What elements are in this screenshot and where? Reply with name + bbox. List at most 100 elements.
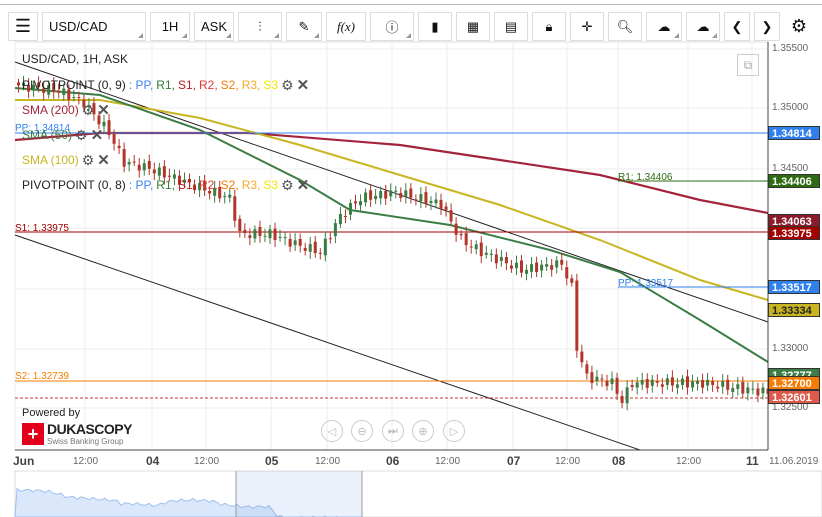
legend-name: SMA (200) (22, 103, 79, 117)
close-icon[interactable]: ✕ (297, 76, 310, 94)
legend-pivotpoint-8: PIVOTPOINT (0, 8): PP, R1, S1, R2, S2, R3, S3 ⚙… (22, 176, 310, 195)
candle (670, 377, 674, 386)
candle (645, 378, 649, 388)
candle (590, 372, 594, 384)
candle (535, 262, 539, 273)
candle (560, 259, 564, 265)
candle (414, 199, 418, 201)
candle (756, 388, 760, 396)
gear-icon[interactable]: ⚙ (281, 77, 294, 94)
legend-sma-100: SMA (100) ⚙ ✕ (22, 151, 110, 170)
legend-part: R3, (241, 78, 261, 92)
candle (444, 206, 448, 210)
gear-icon[interactable]: ⚙ (281, 177, 294, 194)
candle (580, 351, 584, 363)
candle (570, 278, 574, 283)
candle (228, 194, 232, 198)
candle (72, 97, 76, 99)
candle (509, 265, 513, 269)
candle (308, 244, 312, 252)
legend-part: : PP, (128, 178, 154, 192)
popout-button[interactable]: ⧉ (737, 54, 759, 76)
price-label: 1.33334 (768, 303, 820, 317)
candle (394, 190, 398, 192)
day-tick: Jun (13, 454, 35, 468)
candle (726, 379, 730, 390)
candle (379, 190, 383, 199)
candle (660, 384, 664, 387)
candle (600, 378, 604, 380)
legend-pivotpoint-9: PIVOTPOINT (0, 9): PP, R1, S1, R2, S2, R3, S3 ⚙… (22, 76, 310, 95)
candle (298, 238, 302, 246)
navigator-window[interactable] (236, 471, 362, 517)
candle (459, 233, 463, 236)
nav-back-button[interactable]: ◁ (321, 420, 343, 442)
legend-name: PIVOTPOINT (0, 9) (22, 78, 126, 92)
candle (157, 167, 161, 176)
candle (439, 199, 443, 209)
gear-icon[interactable]: ⚙ (75, 127, 88, 144)
candle (152, 169, 156, 174)
candle (530, 264, 534, 272)
legend-part: : PP, (128, 78, 154, 92)
dukascopy-logo: Powered by + DUKASCOPY Swiss Banking Gro… (22, 407, 132, 446)
legend-part: R1, (156, 178, 175, 192)
day-tick: 05 (265, 454, 279, 468)
candle (585, 364, 589, 374)
zoom-out-button[interactable]: ⊖ (351, 420, 373, 442)
legend-name: PIVOTPOINT (0, 8) (22, 178, 126, 192)
candle (248, 235, 252, 238)
candle (278, 236, 282, 238)
candle (701, 379, 705, 388)
candle (318, 252, 322, 254)
legend-part: S3 (263, 78, 279, 92)
nav-forward-button[interactable]: ▷ (443, 420, 465, 442)
candle (449, 210, 453, 222)
expand-icon: ⧉ (743, 58, 753, 72)
close-icon[interactable]: ✕ (97, 101, 110, 119)
candle (429, 200, 433, 204)
close-icon[interactable]: ✕ (91, 126, 104, 144)
go-latest-button[interactable]: ⏭ (382, 420, 404, 442)
candle (565, 267, 569, 279)
candle (112, 133, 116, 144)
candle (137, 164, 141, 171)
candle (303, 247, 307, 251)
candle (741, 381, 745, 394)
close-icon[interactable]: ✕ (297, 176, 310, 194)
candle (142, 163, 146, 171)
zoom-in-button[interactable]: ⊕ (412, 420, 434, 442)
candle (736, 384, 740, 389)
candle (454, 223, 458, 235)
hour-tick: 12:00 (315, 456, 341, 467)
candle (474, 244, 478, 250)
candle (640, 380, 644, 385)
candle (374, 195, 378, 200)
candle (389, 190, 393, 197)
close-icon[interactable]: ✕ (97, 151, 110, 169)
candle (545, 264, 549, 267)
pp-label: PP: 1.33517 (618, 278, 674, 289)
candle (464, 233, 468, 246)
candle (696, 380, 700, 384)
price-tick: 1.33000 (772, 343, 809, 354)
hour-tick: 12:00 (555, 456, 581, 467)
candle (540, 264, 544, 271)
price-label: 1.32601 (768, 390, 820, 404)
candle (746, 387, 750, 394)
candle (328, 238, 332, 240)
legend-name: SMA (100) (22, 153, 79, 167)
candle (313, 241, 317, 254)
candle (675, 384, 679, 388)
candle (122, 149, 126, 167)
price-tick: 1.35000 (772, 102, 809, 113)
candle (343, 215, 347, 217)
candle (359, 201, 363, 206)
candle (721, 381, 725, 387)
price-label: 1.33975 (768, 226, 820, 240)
candle (625, 387, 629, 404)
candle (293, 240, 297, 245)
candle (665, 378, 669, 385)
gear-icon[interactable]: ⚙ (82, 152, 95, 169)
gear-icon[interactable]: ⚙ (82, 102, 95, 119)
